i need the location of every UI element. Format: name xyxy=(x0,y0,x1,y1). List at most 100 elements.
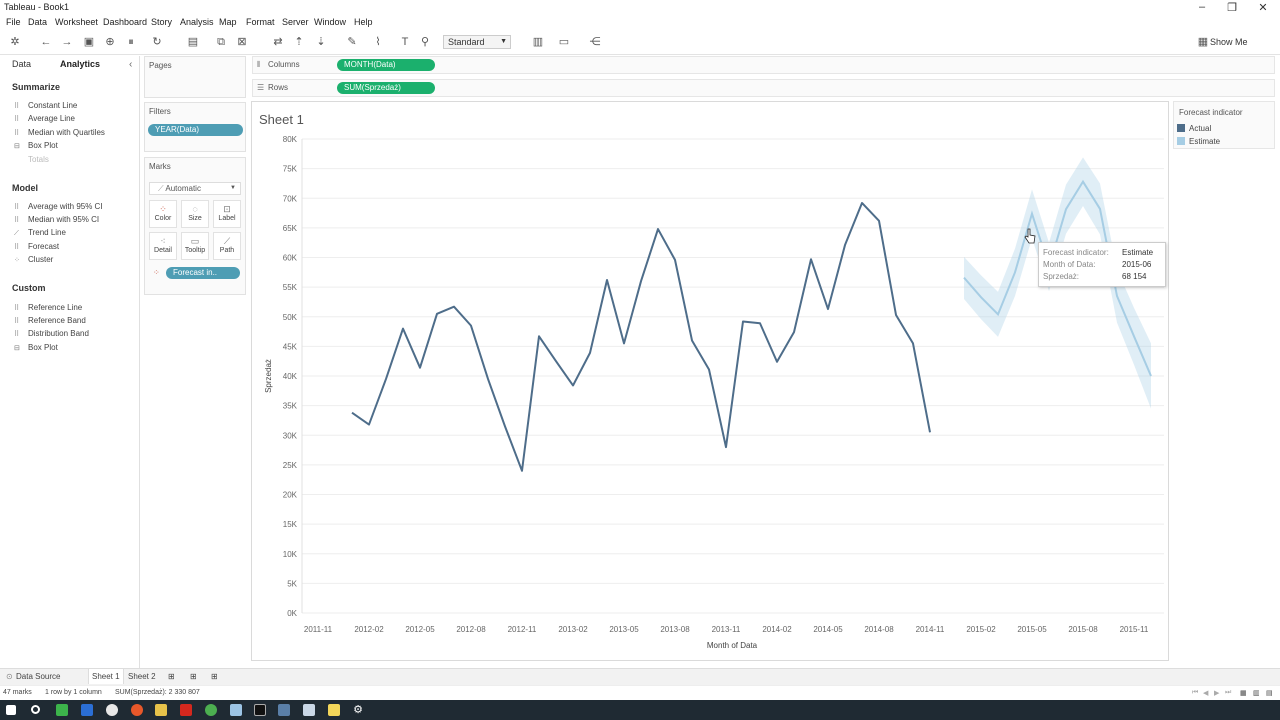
analytics-item-distribution-band[interactable]: ⠿ Distribution Band xyxy=(14,329,89,340)
windows-start-icon[interactable] xyxy=(6,705,16,715)
rows-shelf[interactable]: ☰ Rows SUM(Sprzedaż) xyxy=(252,79,1275,97)
new-data-source-icon[interactable]: ⊕ xyxy=(103,35,117,49)
sticky-notes-icon[interactable] xyxy=(328,704,340,716)
menu-worksheet[interactable]: Worksheet xyxy=(55,17,98,27)
path-button[interactable]: ⟋ Path xyxy=(213,232,241,260)
tab-sheet-2[interactable]: Sheet 2 xyxy=(128,672,156,681)
notepad-icon[interactable] xyxy=(230,704,242,716)
marks-pill-forecast[interactable]: Forecast in.. xyxy=(166,267,240,279)
tab-data-source[interactable]: Data Source xyxy=(16,672,60,681)
menu-dashboard[interactable]: Dashboard xyxy=(103,17,147,27)
file-explorer-icon[interactable] xyxy=(155,704,167,716)
firefox-icon[interactable] xyxy=(131,704,143,716)
analytics-item-cluster[interactable]: ⁘ Cluster xyxy=(14,255,53,266)
pause-updates-icon[interactable]: ⏸ xyxy=(124,35,138,49)
swap-rows-columns-icon[interactable]: ⇄ xyxy=(271,35,285,49)
presentation-mode-icon[interactable]: ▭ xyxy=(557,35,571,49)
undo-icon[interactable]: ← xyxy=(39,35,53,49)
analytics-item-constant-line[interactable]: ⠿ Constant Line xyxy=(14,101,77,112)
app-icon-blue[interactable] xyxy=(81,704,93,716)
analytics-item-average-line[interactable]: ⠿ Average Line xyxy=(14,114,75,125)
first-sheet-icon[interactable]: ⏮ xyxy=(1192,689,1198,697)
collapse-pane-icon[interactable]: ‹ xyxy=(129,59,132,70)
menu-server[interactable]: Server xyxy=(282,17,309,27)
menu-analysis[interactable]: Analysis xyxy=(180,17,214,27)
new-story-tab-icon[interactable]: ⊞ xyxy=(211,672,218,681)
save-icon[interactable]: ▣ xyxy=(82,35,96,49)
duplicate-sheet-icon[interactable]: ⧉ xyxy=(214,35,228,49)
pin-axes-icon[interactable]: ⚲ xyxy=(418,35,432,49)
sort-descending-icon[interactable]: ⇣ xyxy=(314,35,328,49)
analytics-item-trend-line[interactable]: ⟋ Trend Line xyxy=(14,228,66,239)
tab-data[interactable]: Data xyxy=(12,59,31,69)
app-icon-circle[interactable] xyxy=(106,704,118,716)
settings-gear-icon[interactable]: ⚙ xyxy=(352,704,364,716)
filters-card[interactable]: Filters YEAR(Data) xyxy=(144,102,246,152)
columns-pill-month[interactable]: MONTH(Data) xyxy=(337,59,435,71)
show-me-button[interactable]: Show Me xyxy=(1210,37,1248,47)
chrome-icon[interactable] xyxy=(205,704,217,716)
minimize-icon[interactable]: – xyxy=(1192,1,1212,13)
app-icon-window[interactable] xyxy=(303,704,315,716)
tableau-taskbar-icon[interactable] xyxy=(278,704,290,716)
sheet-sorter-icon[interactable]: ▦ xyxy=(1240,689,1247,697)
analytics-item-forecast[interactable]: ⠿ Forecast xyxy=(14,242,59,253)
sort-ascending-icon[interactable]: ⇡ xyxy=(292,35,306,49)
analytics-item-median-quartiles[interactable]: ⠿ Median with Quartiles xyxy=(14,128,105,139)
columns-shelf[interactable]: ⦀ Columns MONTH(Data) xyxy=(252,56,1275,74)
highlight-icon[interactable]: ✎ xyxy=(345,35,359,49)
menu-story[interactable]: Story xyxy=(151,17,172,27)
legend-item-estimate[interactable]: Estimate xyxy=(1177,137,1220,146)
line-chart[interactable]: 0K 5K 10K 15K 20K 25K 30K 35K 40K 45K 50K 55K 60K 65K… xyxy=(252,102,1168,660)
redo-icon[interactable]: → xyxy=(60,35,74,49)
tab-sheet-1[interactable]: Sheet 1 xyxy=(88,669,124,684)
app-icon-green[interactable] xyxy=(56,704,68,716)
group-members-icon[interactable]: ⌇ xyxy=(371,35,385,49)
show-mark-labels-icon[interactable]: T xyxy=(398,35,412,49)
analytics-item-reference-line[interactable]: ⠿ Reference Line xyxy=(14,303,82,314)
rows-pill-sum[interactable]: SUM(Sprzedaż) xyxy=(337,82,435,94)
tab-analytics[interactable]: Analytics xyxy=(60,59,100,69)
label-button[interactable]: ⊡ Label xyxy=(213,200,241,228)
legend-item-actual[interactable]: Actual xyxy=(1177,124,1211,133)
analytics-item-reference-band[interactable]: ⠿ Reference Band xyxy=(14,316,86,327)
new-dashboard-tab-icon[interactable]: ⊞ xyxy=(190,672,197,681)
prev-sheet-icon[interactable]: ◀ xyxy=(1203,689,1208,697)
analytics-item-average-ci[interactable]: ⠿ Average with 95% CI xyxy=(14,202,103,213)
analytics-item-box-plot[interactable]: ⊟ Box Plot xyxy=(14,141,58,152)
filmstrip-icon[interactable]: ▥ xyxy=(1253,689,1260,697)
tooltip-button[interactable]: ▭ Tooltip xyxy=(181,232,209,260)
show-me-icon[interactable]: ▦ xyxy=(1196,35,1210,49)
refresh-icon[interactable]: ↻ xyxy=(150,35,164,49)
color-button[interactable]: ⁘ Color xyxy=(149,200,177,228)
menu-window[interactable]: Window xyxy=(314,17,346,27)
menu-data[interactable]: Data xyxy=(28,17,47,27)
filter-pill-year[interactable]: YEAR(Data) xyxy=(148,124,243,136)
last-sheet-icon[interactable]: ⏭ xyxy=(1225,689,1231,697)
pages-card[interactable]: Pages xyxy=(144,56,246,98)
next-sheet-icon[interactable]: ▶ xyxy=(1214,689,1219,697)
analytics-item-median-ci[interactable]: ⠿ Median with 95% CI xyxy=(14,215,99,226)
share-icon[interactable]: ⋲ xyxy=(588,35,602,49)
new-worksheet-tab-icon[interactable]: ⊞ xyxy=(168,672,175,681)
analytics-item-label: Totals xyxy=(28,155,49,164)
menu-help[interactable]: Help xyxy=(354,17,373,27)
size-button[interactable]: ◌ Size xyxy=(181,200,209,228)
tableau-logo-icon[interactable]: ✲ xyxy=(8,35,22,49)
new-worksheet-icon[interactable]: ▤ xyxy=(186,35,200,49)
analytics-item-custom-box-plot[interactable]: ⊟ Box Plot xyxy=(14,343,58,354)
tabs-icon[interactable]: ▤ xyxy=(1266,689,1273,697)
menu-map[interactable]: Map xyxy=(219,17,237,27)
restore-icon[interactable]: ❐ xyxy=(1222,1,1242,14)
menu-format[interactable]: Format xyxy=(246,17,275,27)
search-icon[interactable] xyxy=(31,705,40,714)
close-icon[interactable]: ✕ xyxy=(1253,1,1273,14)
clear-sheet-icon[interactable]: ⊠ xyxy=(235,35,249,49)
pdf-reader-icon[interactable] xyxy=(180,704,192,716)
show-cards-icon[interactable]: ▥ xyxy=(531,35,545,49)
fit-select[interactable]: Standard ▼ xyxy=(443,35,511,49)
detail-button[interactable]: ⁖ Detail xyxy=(149,232,177,260)
menu-file[interactable]: File xyxy=(6,17,21,27)
terminal-icon[interactable] xyxy=(254,704,266,716)
mark-type-select[interactable]: ⟋ Automatic ▼ xyxy=(149,182,241,195)
